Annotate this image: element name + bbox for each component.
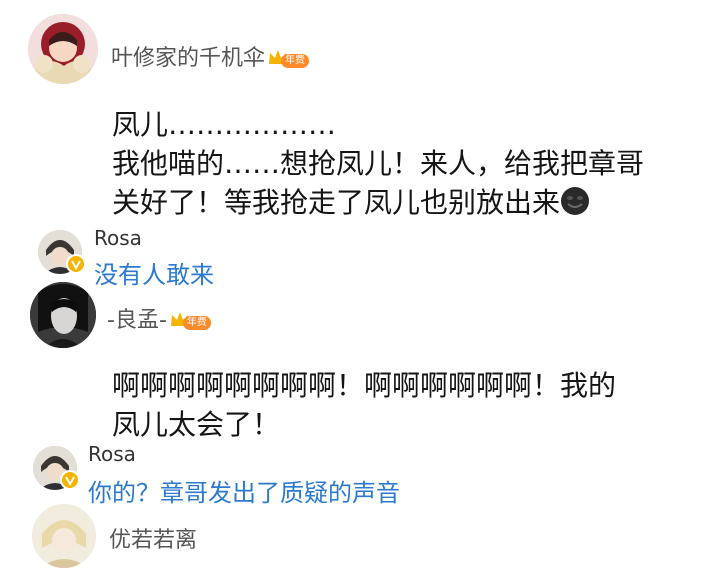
comment-line: 凤儿太会了！ — [112, 408, 281, 441]
badge-label: 年费 — [281, 54, 310, 68]
comment-username[interactable]: 优若若离 — [109, 522, 197, 554]
avatar[interactable] — [28, 14, 98, 84]
comment-item: 优若若离 — [0, 500, 720, 568]
badge-label: 年费 — [182, 316, 211, 330]
verified-badge — [66, 254, 86, 274]
comment-item: 叶修家的千机伞 年费 凤儿……………… 我他喵的……想抢凤儿！来人，给我把章哥 … — [0, 0, 720, 230]
comment-body: 啊啊啊啊啊啊啊啊！啊啊啊啊啊啊！我的 凤儿太会了！ — [112, 366, 712, 444]
avatar[interactable] — [32, 504, 96, 568]
reply-item: Rosa 你的？章哥发出了质疑的声音 — [0, 440, 720, 507]
annual-vip-badge: 年费 — [267, 48, 311, 70]
comment-item: -良孟- 年费 啊啊啊啊啊啊啊啊！啊啊啊啊啊啊！我的 凤儿太会了！ — [0, 280, 720, 450]
comment-line: 凤儿……………… — [112, 108, 337, 141]
comment-line: 我他喵的……想抢凤儿！来人，给我把章哥 — [112, 147, 645, 180]
comment-body: 凤儿……………… 我他喵的……想抢凤儿！来人，给我把章哥 关好了！等我抢走了凤儿… — [112, 105, 712, 222]
reply-username[interactable]: Rosa — [88, 442, 136, 466]
comment-line: 关好了！等我抢走了凤儿也别放出来 — [112, 183, 712, 222]
avatar-image — [32, 504, 96, 568]
username-text[interactable]: 叶修家的千机伞 — [111, 46, 265, 71]
avatar[interactable] — [30, 282, 96, 348]
dark-grin-face-icon — [561, 187, 590, 215]
reply-username[interactable]: Rosa — [94, 226, 142, 250]
comment-username[interactable]: 叶修家的千机伞 年费 — [111, 40, 311, 72]
comment-username[interactable]: -良孟- 年费 — [107, 302, 213, 334]
verified-v-icon — [71, 260, 81, 271]
verified-badge — [60, 470, 80, 490]
verified-v-icon — [65, 476, 75, 487]
avatar-image — [28, 14, 98, 84]
avatar-image — [30, 282, 96, 348]
username-text[interactable]: -良孟- — [107, 308, 167, 333]
annual-vip-badge: 年费 — [169, 310, 213, 332]
comment-line-text: 关好了！等我抢走了凤儿也别放出来 — [112, 186, 561, 219]
comment-line: 啊啊啊啊啊啊啊啊！啊啊啊啊啊啊！我的 — [112, 369, 617, 402]
